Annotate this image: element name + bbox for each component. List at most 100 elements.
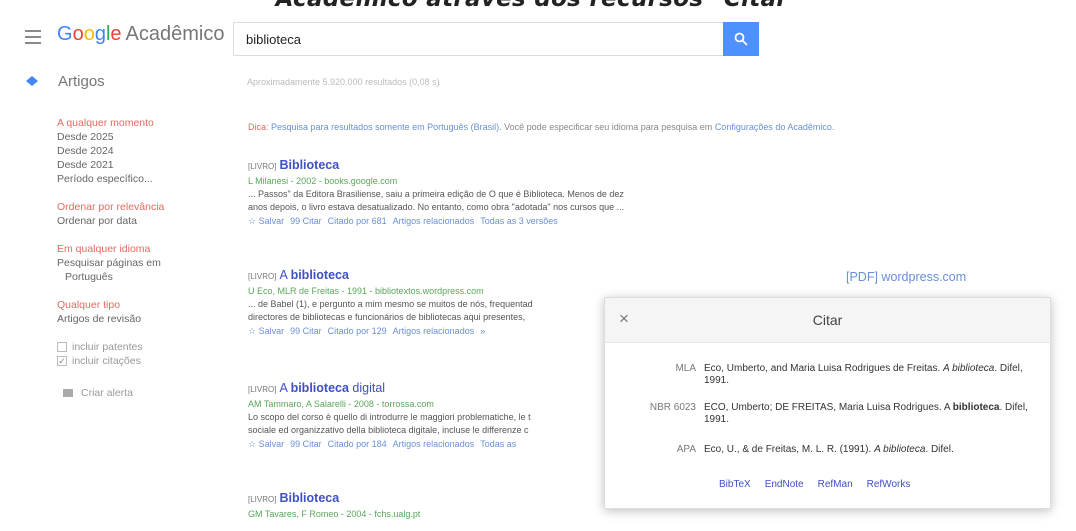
filter-portuguese-line1: Pesquisar páginas em [57,257,161,269]
result-title-plain: A [279,268,291,282]
cite-link[interactable]: 99 Citar [290,326,322,336]
tip-portuguese-link[interactable]: Pesquisa para resultados somente em Port… [271,122,499,132]
logo-suffix: Acadêmico [125,23,225,45]
citation-italic: A biblioteca [874,444,926,455]
save-link[interactable]: ☆ Salvar [248,326,284,336]
search-icon [734,32,748,46]
filter-review-articles[interactable]: Artigos de revisão [57,312,232,326]
language-filter: Em qualquer idioma Pesquisar páginas em P… [57,242,232,284]
result-actions: ☆ Salvar 99 Citar Citado por 681 Artigos re… [248,214,728,228]
include-patents-checkbox[interactable]: incluir patentes [57,340,232,354]
logo-letter: o [83,23,95,45]
save-link[interactable]: ☆ Salvar [248,439,284,449]
bibtex-link[interactable]: BibTeX [719,479,751,490]
articles-label[interactable]: Artigos [58,73,105,90]
header: Google Acadêmico [0,20,1076,62]
include-citations-label: incluir citações [72,355,141,367]
include-citations-checkbox[interactable]: ✓ incluir citações [57,354,232,368]
language-tip: Dica: Pesquisa para resultados somente e… [248,122,834,132]
cite-dialog: × Citar MLA Eco, Umberto, and Maria Luis… [604,297,1051,509]
related-articles-link[interactable]: Artigos relacionados [393,439,475,449]
result-snippet-line: ... Passos" da Editora Brasiliense, saiu… [248,189,624,199]
save-link[interactable]: ☆ Salvar [248,216,284,226]
refworks-link[interactable]: RefWorks [867,479,911,490]
cite-link[interactable]: 99 Citar [290,216,322,226]
cited-by-link[interactable]: Citado por 129 [328,326,387,336]
result-title-bold: biblioteca [290,381,349,395]
time-filter: A qualquer momento Desde 2025 Desde 2024… [57,116,232,186]
result-title[interactable]: [LIVRO] A biblioteca [248,267,728,285]
citation-style-label: APA [676,444,696,455]
hamburger-menu-icon[interactable] [25,30,41,44]
citation-text[interactable]: ECO, Umberto; DE FREITAS, Maria Luisa Ro… [704,402,1034,426]
citation-text[interactable]: Eco, Umberto, and Maria Luisa Rodrigues … [704,363,1034,387]
result-title[interactable]: [LIVRO] Biblioteca [248,157,728,175]
pdf-link[interactable]: [PDF] wordpress.com [846,270,966,284]
result-title-bold: Biblioteca [279,158,340,172]
cited-by-link[interactable]: Citado por 184 [328,439,387,449]
result-type-tag: [LIVRO] [248,162,277,171]
result-title-bold: biblioteca [290,268,349,282]
citation-pre: ECO, Umberto; DE FREITAS, Maria Luisa Ro… [704,402,953,413]
logo-letter: o [72,23,84,45]
google-scholar-logo[interactable]: Google Acadêmico [57,23,224,46]
include-patents-label: incluir patentes [72,341,143,353]
tip-text: . Você pode especificar seu idioma para … [499,122,713,132]
citation-text[interactable]: Eco, U., & de Freitas, M. L. R. (1991). … [704,444,1034,456]
cite-dialog-header: × Citar [605,298,1050,343]
filter-since-2024[interactable]: Desde 2024 [57,144,232,158]
related-articles-link[interactable]: Artigos relacionados [393,216,475,226]
tip-end: . [831,122,835,132]
result-meta[interactable]: L Milanesi - 2002 - books.google.com [248,175,728,188]
search-result: [LIVRO] Biblioteca L Milanesi - 2002 - bo… [248,157,728,228]
filter-any-type[interactable]: Qualquer tipo [57,298,232,312]
result-meta[interactable]: GM Tavares, F Romeo - 2004 - fchs.ualg.p… [248,508,728,521]
tip-settings-link[interactable]: Configurações do Acadêmico [715,122,832,132]
result-title-bold: Biblioteca [279,491,340,505]
filter-any-language[interactable]: Em qualquer idioma [57,242,232,256]
subbar: Artigos Aproximadamente 5.920.000 result… [0,68,1076,98]
refman-link[interactable]: RefMan [818,479,853,490]
export-links: BibTeX EndNote RefMan RefWorks [719,479,924,490]
related-articles-link[interactable]: Artigos relacionados [393,326,475,336]
filter-portuguese[interactable]: Pesquisar páginas em Português [57,256,232,284]
filter-since-2025[interactable]: Desde 2025 [57,130,232,144]
citation-pre: Eco, Umberto, and Maria Luisa Rodrigues … [704,363,943,374]
filters-sidebar: A qualquer momento Desde 2025 Desde 2024… [57,116,232,400]
citation-bold: biblioteca [952,402,1000,413]
result-title-plain: A [279,381,291,395]
citation-style-label: MLA [675,363,696,374]
more-link[interactable]: » [480,326,485,336]
create-alert-label: Criar alerta [81,387,133,399]
result-type-tag: [LIVRO] [248,495,277,504]
articles-icon [26,76,38,86]
cited-by-link[interactable]: Citado por 681 [328,216,387,226]
logo-letter: g [94,23,106,45]
cite-link[interactable]: 99 Citar [290,439,322,449]
sort-relevance[interactable]: Ordenar por relevância [57,200,232,214]
cite-dialog-title: Citar [812,312,843,328]
sort-filter: Ordenar por relevância Ordenar por data [57,200,232,228]
logo-letter: e [110,23,122,45]
logo-letter: G [57,23,73,45]
search-input[interactable] [234,23,723,55]
endnote-link[interactable]: EndNote [765,479,804,490]
filter-since-2021[interactable]: Desde 2021 [57,158,232,172]
filter-portuguese-line2: Português [65,271,113,283]
search-button[interactable] [723,22,759,56]
search-box [233,22,723,56]
citation-post: . Difel. [925,444,954,455]
create-alert-button[interactable]: Criar alerta [63,386,232,400]
envelope-icon [63,389,73,397]
sort-date[interactable]: Ordenar por data [57,214,232,228]
result-type-tag: [LIVRO] [248,385,277,394]
all-versions-link[interactable]: Todas as 3 versões [480,216,558,226]
result-snippet-line: anos depois, o livro estava desatualizad… [248,202,625,212]
page-banner: Acadêmico através dos recursos "Citar" [0,0,1076,12]
all-versions-link[interactable]: Todas as [480,439,516,449]
filter-custom-range[interactable]: Período específico... [57,172,232,186]
filter-any-time[interactable]: A qualquer momento [57,116,232,130]
citation-italic: A biblioteca [943,363,995,374]
tip-label: Dica: [248,122,269,132]
result-type-tag: [LIVRO] [248,272,277,281]
